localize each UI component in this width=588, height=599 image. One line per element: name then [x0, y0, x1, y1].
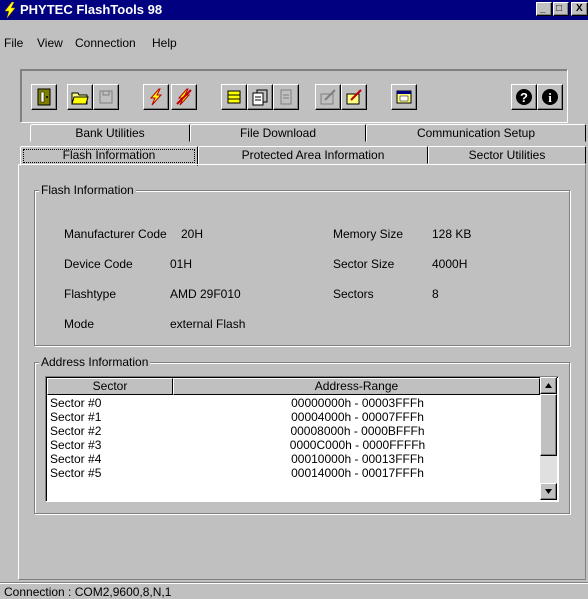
address-range-cell: 00004000h - 00007FFFh: [291, 410, 424, 424]
flash-erase-icon: [176, 88, 192, 106]
window-icon: [396, 90, 412, 104]
toolbar: ? i: [20, 69, 568, 123]
blank-page-icon: [280, 89, 292, 105]
window-title: PHYTEC FlashTools 98: [20, 2, 163, 17]
table-row[interactable]: Sector #1 00004000h - 00007FFFh: [50, 410, 540, 424]
tab-flash-information[interactable]: Flash Information: [20, 146, 198, 166]
mode-value: external Flash: [170, 317, 246, 331]
pen-edit-icon: [346, 89, 362, 105]
status-bar: Connection : COM2,9600,8,N,1: [0, 582, 588, 599]
edit-disabled-button[interactable]: [315, 84, 341, 110]
sector-cell: Sector #0: [50, 396, 102, 410]
sector-cell: Sector #5: [50, 466, 102, 480]
address-range-cell: 00014000h - 00017FFFh: [291, 466, 424, 480]
memory-size-value: 128 KB: [432, 227, 472, 241]
save-button[interactable]: [93, 84, 119, 110]
open-folder-icon: [71, 92, 89, 105]
close-icon: X: [576, 3, 583, 14]
minimize-button[interactable]: _: [536, 2, 552, 16]
sectors-value: 8: [432, 287, 439, 301]
memory-size-label: Memory Size: [333, 227, 404, 241]
tab-sector-utilities[interactable]: Sector Utilities: [428, 146, 586, 164]
column-header-sector[interactable]: Sector: [47, 378, 173, 395]
sector-size-label: Sector Size: [333, 257, 395, 271]
address-range-cell: 00008000h - 0000BFFFh: [290, 424, 425, 438]
table-row[interactable]: Sector #2 00008000h - 0000BFFFh: [50, 424, 540, 438]
tab-protected-area-information[interactable]: Protected Area Information: [198, 146, 428, 164]
scroll-down-button[interactable]: [540, 483, 557, 500]
device-code-label: Device Code: [64, 257, 133, 271]
blank-button[interactable]: [273, 84, 299, 110]
scroll-thumb[interactable]: [540, 394, 557, 456]
menu-file[interactable]: File: [4, 36, 23, 50]
manufacturer-code-label: Manufacturer Code: [64, 227, 167, 241]
help-question-icon: ?: [516, 89, 532, 105]
address-range-cell: 0000C000h - 0000FFFFh: [289, 438, 426, 452]
tab-file-download[interactable]: File Download: [190, 124, 366, 142]
table-row[interactable]: Sector #0 00000000h - 00003FFFh: [50, 396, 540, 410]
edit-button[interactable]: [341, 84, 367, 110]
erase-flash-button[interactable]: [171, 84, 197, 110]
chip-icon: [227, 90, 241, 104]
exit-door-icon: [37, 88, 51, 106]
flash-program-icon: [149, 88, 163, 106]
sectors-label: Sectors: [333, 287, 374, 301]
help-button[interactable]: ?: [511, 84, 537, 110]
sector-size-value: 4000H: [432, 257, 468, 271]
svg-text:?: ?: [520, 90, 528, 105]
maximize-icon: □: [556, 3, 563, 14]
flash-bolt-icon: [4, 2, 16, 18]
connection-status: Connection : COM2,9600,8,N,1: [4, 585, 172, 599]
flashtype-value: AMD 29F010: [170, 287, 241, 301]
tab-bank-utilities[interactable]: Bank Utilities: [30, 124, 190, 142]
menu-view[interactable]: View: [37, 36, 63, 50]
maximize-button[interactable]: □: [553, 2, 569, 16]
flash-information-legend: Flash Information: [39, 183, 136, 197]
device-code-value: 01H: [170, 257, 193, 271]
address-information-legend: Address Information: [39, 355, 151, 369]
menu-help[interactable]: Help: [152, 36, 177, 50]
window-button[interactable]: [391, 84, 417, 110]
scroll-up-button[interactable]: [540, 377, 557, 394]
title-bar[interactable]: PHYTEC FlashTools 98 _ □ X: [0, 0, 588, 20]
menu-bar: File View Connection Help: [0, 36, 588, 54]
exit-button[interactable]: [31, 84, 57, 110]
copy-button[interactable]: [247, 84, 273, 110]
sector-cell: Sector #2: [50, 424, 102, 438]
copy-pages-icon: [252, 89, 268, 106]
program-flash-button[interactable]: [143, 84, 169, 110]
table-row[interactable]: Sector #3 0000C000h - 0000FFFFh: [50, 438, 540, 452]
sector-cell: Sector #3: [50, 438, 102, 452]
tab-communication-setup[interactable]: Communication Setup: [366, 124, 586, 142]
flashtype-label: Flashtype: [64, 287, 117, 301]
address-list[interactable]: Sector Address-Range Sector #0 00000000h…: [45, 376, 559, 502]
about-button[interactable]: i: [537, 84, 563, 110]
chip-button[interactable]: [221, 84, 247, 110]
arrow-up-icon: [545, 383, 552, 388]
info-icon: i: [542, 89, 558, 105]
open-file-button[interactable]: [67, 84, 93, 110]
address-range-cell: 00000000h - 00003FFFh: [291, 396, 424, 410]
save-disk-icon: [99, 90, 113, 104]
table-row[interactable]: Sector #4 00010000h - 00013FFFh: [50, 452, 540, 466]
sector-cell: Sector #4: [50, 452, 102, 466]
address-range-cell: 00010000h - 00013FFFh: [291, 452, 424, 466]
pen-disabled-icon: [320, 89, 336, 105]
table-row[interactable]: Sector #5 00014000h - 00017FFFh: [50, 466, 540, 480]
menu-connection[interactable]: Connection: [75, 36, 136, 50]
minimize-icon: _: [540, 3, 546, 14]
svg-text:i: i: [548, 90, 552, 105]
vertical-scrollbar[interactable]: [540, 377, 557, 500]
column-header-address-range[interactable]: Address-Range: [173, 378, 540, 395]
arrow-down-icon: [545, 489, 552, 494]
close-button[interactable]: X: [571, 2, 588, 16]
manufacturer-code-value: 20H: [181, 227, 204, 241]
mode-label: Mode: [64, 317, 95, 331]
sector-cell: Sector #1: [50, 410, 102, 424]
